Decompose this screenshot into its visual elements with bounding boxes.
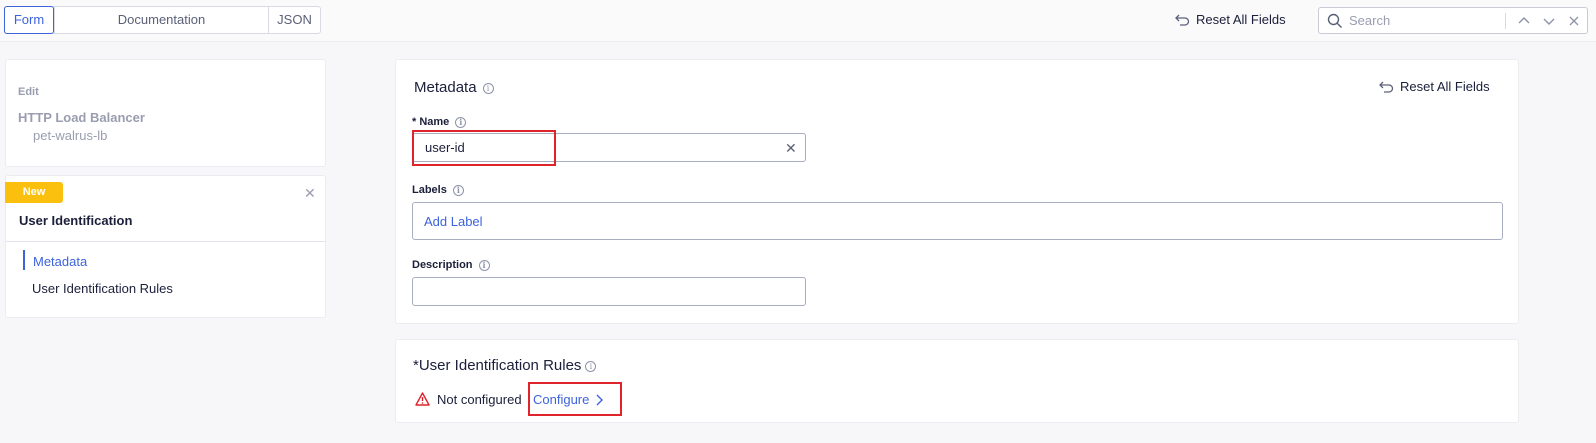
sidebar-item-user-identification-rules[interactable]: User Identification Rules — [32, 281, 173, 296]
search-icon — [1327, 13, 1342, 28]
chevron-up-icon[interactable] — [1517, 14, 1531, 28]
tab-json[interactable]: JSON — [268, 7, 320, 33]
tab-form[interactable]: Form — [4, 6, 54, 34]
search-input[interactable] — [1349, 13, 1499, 28]
configure-button[interactable]: Configure — [533, 392, 604, 407]
add-label-button[interactable]: Add Label — [424, 214, 483, 229]
reset-icon — [1379, 81, 1394, 93]
labels-label: Labels i — [412, 184, 464, 196]
description-label-text: Description — [412, 259, 473, 271]
top-toolbar: Form Documentation JSON Reset All Fields — [0, 0, 1596, 42]
reset-all-fields-label: Reset All Fields — [1400, 79, 1490, 94]
labels-field[interactable]: Add Label — [412, 202, 1503, 240]
tab-documentation[interactable]: Documentation — [54, 7, 268, 33]
chevron-down-icon[interactable] — [1542, 14, 1556, 28]
search-box — [1318, 7, 1588, 34]
rules-title-text: User Identification Rules — [418, 357, 582, 374]
close-icon[interactable]: ✕ — [304, 185, 316, 202]
edit-label: Edit — [18, 86, 39, 98]
configure-label: Configure — [533, 392, 590, 407]
close-icon[interactable] — [1567, 14, 1581, 28]
labels-label-text: Labels — [412, 184, 447, 196]
active-indicator — [23, 250, 25, 270]
user-identification-rules-section: *User Identification Rules i Not configur… — [395, 339, 1519, 423]
object-name: pet-walrus-lb — [33, 128, 108, 143]
metadata-section: Metadata i Reset All Fields * Name i ✕ Lab… — [395, 59, 1519, 324]
view-tabs: Form Documentation JSON — [4, 6, 321, 34]
description-label: Description i — [412, 259, 490, 271]
info-icon[interactable]: i — [478, 259, 490, 271]
reset-all-fields-label: Reset All Fields — [1196, 12, 1286, 27]
sidebar-item-metadata[interactable]: Metadata — [33, 254, 87, 269]
name-input[interactable] — [412, 133, 806, 162]
section-title: User Identification — [19, 213, 133, 228]
object-type: HTTP Load Balancer — [18, 110, 145, 125]
info-icon[interactable]: i — [482, 82, 494, 94]
metadata-title: Metadata i — [414, 79, 494, 96]
reset-all-fields-button[interactable]: Reset All Fields — [1378, 79, 1490, 94]
name-label-text: * Name — [412, 116, 450, 128]
section-nav-card: New ✕ User Identification Metadata User … — [5, 175, 326, 318]
new-badge: New — [5, 182, 63, 203]
info-icon[interactable]: i — [585, 360, 597, 372]
reset-all-fields-button[interactable]: Reset All Fields — [1174, 12, 1286, 27]
info-icon[interactable]: i — [452, 184, 464, 196]
description-input[interactable] — [412, 277, 806, 306]
reset-icon — [1175, 14, 1190, 26]
chevron-right-icon — [596, 394, 604, 405]
rules-title: *User Identification Rules i — [413, 357, 597, 374]
edit-context-card: Edit HTTP Load Balancer pet-walrus-lb — [5, 59, 326, 167]
metadata-title-text: Metadata — [414, 79, 477, 96]
name-label: * Name i — [412, 116, 467, 128]
info-icon[interactable]: i — [455, 116, 467, 128]
warning-icon — [415, 392, 430, 406]
divider — [6, 241, 325, 242]
search-divider — [1505, 13, 1506, 29]
status-text: Not configured — [437, 392, 522, 407]
clear-icon[interactable]: ✕ — [785, 140, 797, 157]
